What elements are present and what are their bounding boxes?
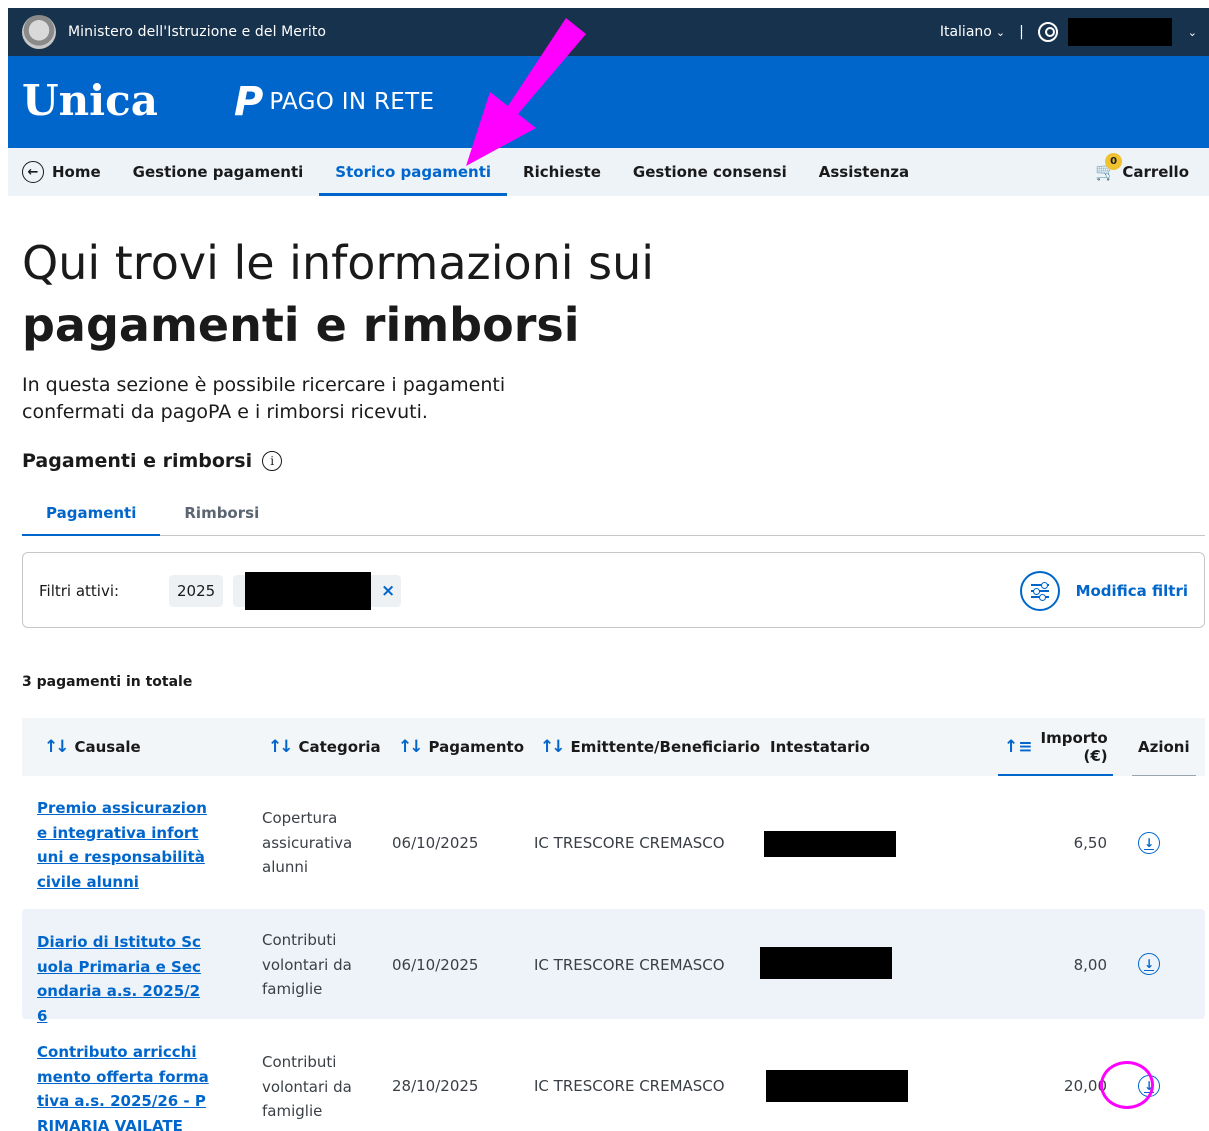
redacted-intestatario — [766, 1070, 908, 1102]
column-importo[interactable]: ↑≡ Importo (€) — [998, 718, 1113, 776]
edit-filters-label: Modifica filtri — [1075, 582, 1188, 600]
payment-date: 06/10/2025 — [392, 956, 479, 974]
language-label: Italiano — [939, 24, 992, 40]
nav-gestione-pagamenti[interactable]: Gestione pagamenti — [117, 148, 320, 196]
column-intestatario: Intestatario — [770, 718, 870, 776]
annotation-arrow-icon — [466, 18, 586, 166]
tab-rimborsi[interactable]: Rimborsi — [160, 494, 283, 535]
tab-bar: Pagamenti Rimborsi — [22, 494, 1205, 536]
payment-causale-link[interactable]: Contributo arricchimento offerta formati… — [37, 1040, 209, 1131]
download-icon[interactable]: ↓ — [1138, 832, 1160, 854]
column-pagamento[interactable]: ↑↓ Pagamento — [398, 718, 524, 776]
filter-chip: × — [233, 572, 402, 610]
section-title-text: Pagamenti e rimborsi — [22, 450, 253, 472]
column-causale[interactable]: ↑↓ Causale — [44, 718, 141, 776]
nav-assistenza[interactable]: Assistenza — [803, 148, 925, 196]
page-title: Qui trovi le informazioni sui pagamenti … — [22, 232, 654, 356]
chevron-down-icon[interactable]: ⌄ — [1188, 26, 1197, 39]
sort-arrows-icon: ↑↓ — [398, 737, 423, 757]
payment-categoria: Copertura assicurativa alunni — [262, 809, 353, 876]
active-filters-box: Filtri attivi: 2025 × Modifica filtri — [22, 552, 1205, 628]
table-row: Contributo arricchimento offerta formati… — [22, 1031, 1205, 1131]
service-name: PAGO IN RETE — [269, 89, 435, 115]
sort-arrows-icon: ↑↓ — [44, 737, 69, 757]
cart-label: Carrello — [1122, 163, 1189, 181]
pago-in-rete-logo[interactable]: P PAGO IN RETE — [234, 82, 434, 122]
payment-categoria: Contributi volontari da famiglie — [262, 931, 352, 998]
column-azioni: Azioni — [1132, 718, 1196, 776]
nav-home-label: Home — [52, 163, 101, 181]
page-intro: In questa sezione è possibile ricercare … — [22, 374, 506, 423]
cart-count-badge: 0 — [1105, 153, 1123, 170]
topbar-right: Italiano ⌄ | ⌄ — [940, 8, 1197, 56]
close-icon[interactable]: × — [381, 581, 395, 601]
payment-causale-link[interactable]: Premio assicurazione integrativa infortu… — [37, 796, 209, 894]
column-categoria[interactable]: ↑↓ Categoria — [268, 718, 381, 776]
ministry-bar: Ministero dell'Istruzione e del Merito I… — [8, 8, 1209, 56]
payment-amount: 8,00 — [1073, 956, 1107, 974]
column-label: Categoria — [298, 738, 381, 756]
info-icon[interactable]: i — [262, 451, 283, 471]
page-title-line1: Qui trovi le informazioni sui — [22, 236, 655, 290]
payment-emittente: IC TRESCORE CREMASCO — [534, 834, 725, 852]
table-row: Premio assicurazione integrativa infortu… — [22, 786, 1205, 904]
table-row: Diario di Istituto Scuola Primaria e Sec… — [22, 909, 1205, 1025]
column-label: Pagamento — [428, 738, 525, 756]
payment-date: 06/10/2025 — [392, 834, 479, 852]
redacted-filter-value — [245, 572, 371, 610]
redacted-intestatario — [764, 831, 896, 857]
cart-link[interactable]: 🛒 0 Carrello — [1095, 148, 1189, 196]
filter-sliders-icon — [1019, 571, 1060, 611]
cart-icon: 🛒 0 — [1095, 153, 1123, 182]
user-icon[interactable] — [1037, 22, 1058, 42]
tab-pagamenti[interactable]: Pagamenti — [22, 494, 161, 536]
payment-emittente: IC TRESCORE CREMASCO — [534, 956, 725, 974]
results-count: 3 pagamenti in totale — [22, 674, 193, 690]
republic-emblem-icon — [22, 15, 56, 49]
column-label: Emittente/Beneficiario — [570, 738, 761, 756]
section-title: Pagamenti e rimborsi i — [22, 450, 283, 472]
main-nav: ← Home Gestione pagamenti Storico pagame… — [8, 148, 1209, 196]
ministry-name[interactable]: Ministero dell'Istruzione e del Merito — [68, 24, 326, 40]
divider: | — [1019, 24, 1024, 40]
table-header: ↑↓ Causale ↑↓ Categoria ↑↓ Pagamento ↑↓ Emit… — [22, 718, 1205, 776]
payment-emittente: IC TRESCORE CREMASCO — [534, 1077, 725, 1095]
filter-chip-year: 2025 — [169, 575, 224, 607]
sort-ascending-icon: ↑≡ — [1004, 737, 1033, 757]
payment-date: 28/10/2025 — [392, 1077, 479, 1095]
edit-filters-button[interactable]: Modifica filtri — [1019, 571, 1188, 611]
payment-causale-link[interactable]: Diario di Istituto Scuola Primaria e Sec… — [37, 930, 209, 1028]
app-header: Unica P PAGO IN RETE — [8, 56, 1209, 148]
redacted-intestatario — [760, 947, 892, 979]
unica-logo[interactable]: Unica — [22, 76, 158, 125]
nav-home[interactable]: ← Home — [8, 148, 117, 196]
arrow-left-circle-icon: ← — [22, 161, 44, 183]
download-icon[interactable]: ↓ — [1138, 953, 1160, 975]
chevron-down-icon: ⌄ — [995, 26, 1006, 39]
column-label: Importo (€) — [1040, 729, 1108, 765]
column-label: Azioni — [1138, 738, 1190, 756]
nav-gestione-consensi[interactable]: Gestione consensi — [617, 148, 803, 196]
sort-arrows-icon: ↑↓ — [540, 737, 565, 757]
pago-logo-icon: P — [234, 79, 264, 125]
payment-categoria: Contributi volontari da famiglie — [262, 1053, 352, 1120]
redacted-user-name — [1067, 18, 1172, 46]
language-selector[interactable]: Italiano ⌄ — [940, 24, 1005, 40]
column-label: Causale — [74, 738, 141, 756]
column-emittente[interactable]: ↑↓ Emittente/Beneficiario — [540, 718, 760, 776]
page-title-line2: pagamenti e rimborsi — [22, 298, 580, 352]
payment-amount: 6,50 — [1073, 834, 1107, 852]
annotation-circle — [1100, 1061, 1154, 1109]
sort-arrows-icon: ↑↓ — [268, 737, 293, 757]
filters-label: Filtri attivi: — [39, 582, 120, 600]
column-label: Intestatario — [770, 738, 870, 756]
